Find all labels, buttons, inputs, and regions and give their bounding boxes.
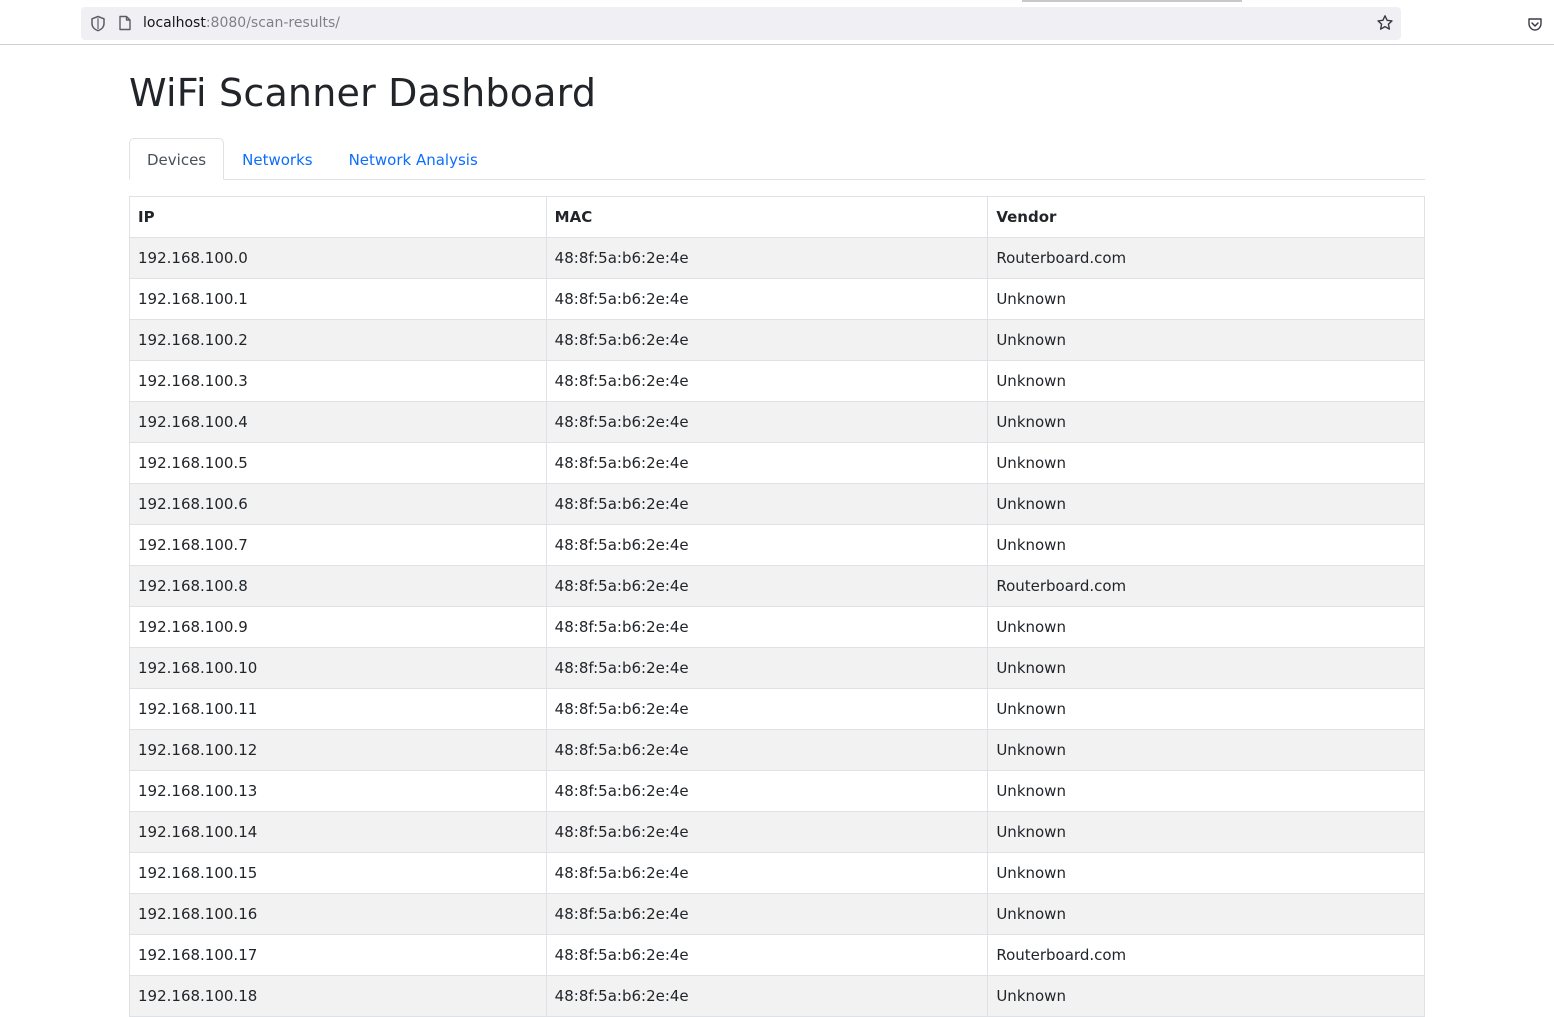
devices-table: IP MAC Vendor 192.168.100.0 48:8f:5a:b6:2…	[129, 196, 1425, 1017]
table-row: 192.168.100.14 48:8f:5a:b6:2e:4e Unknown	[129, 811, 1425, 853]
cell-mac: 48:8f:5a:b6:2e:4e	[545, 975, 989, 1017]
cell-mac: 48:8f:5a:b6:2e:4e	[545, 688, 989, 730]
table-row: 192.168.100.18 48:8f:5a:b6:2e:4e Unknown	[129, 975, 1425, 1017]
cell-mac: 48:8f:5a:b6:2e:4e	[545, 647, 989, 689]
cell-ip: 192.168.100.2	[129, 319, 547, 361]
cell-ip: 192.168.100.1	[129, 278, 547, 320]
cell-mac: 48:8f:5a:b6:2e:4e	[545, 483, 989, 525]
table-row: 192.168.100.17 48:8f:5a:b6:2e:4e Routerboa…	[129, 934, 1425, 976]
table-row: 192.168.100.4 48:8f:5a:b6:2e:4e Unknown	[129, 401, 1425, 443]
cell-vendor: Unknown	[987, 360, 1425, 402]
table-row: 192.168.100.11 48:8f:5a:b6:2e:4e Unknown	[129, 688, 1425, 730]
cell-vendor: Unknown	[987, 442, 1425, 484]
cell-vendor: Routerboard.com	[987, 934, 1425, 976]
cell-mac: 48:8f:5a:b6:2e:4e	[545, 893, 989, 935]
table-row: 192.168.100.5 48:8f:5a:b6:2e:4e Unknown	[129, 442, 1425, 484]
cell-vendor: Unknown	[987, 975, 1425, 1017]
cell-ip: 192.168.100.6	[129, 483, 547, 525]
url-host: localhost	[143, 15, 206, 31]
tab-devices[interactable]: Devices	[129, 138, 225, 180]
pocket-icon[interactable]	[1527, 16, 1543, 32]
browser-toolbar: localhost:8080/scan-results/	[0, 0, 1554, 45]
cell-ip: 192.168.100.15	[129, 852, 547, 894]
shield-icon[interactable]	[90, 15, 106, 32]
cell-vendor: Unknown	[987, 401, 1425, 443]
cell-vendor: Unknown	[987, 647, 1425, 689]
cell-vendor: Unknown	[987, 852, 1425, 894]
column-header-ip: IP	[129, 196, 547, 238]
cell-mac: 48:8f:5a:b6:2e:4e	[545, 729, 989, 771]
cell-vendor: Unknown	[987, 811, 1425, 853]
table-row: 192.168.100.3 48:8f:5a:b6:2e:4e Unknown	[129, 360, 1425, 402]
table-row: 192.168.100.1 48:8f:5a:b6:2e:4e Unknown	[129, 278, 1425, 320]
table-body: 192.168.100.0 48:8f:5a:b6:2e:4e Routerboar…	[129, 237, 1425, 1017]
column-header-vendor: Vendor	[987, 196, 1425, 238]
table-row: 192.168.100.15 48:8f:5a:b6:2e:4e Unknown	[129, 852, 1425, 894]
cell-mac: 48:8f:5a:b6:2e:4e	[545, 852, 989, 894]
cell-vendor: Unknown	[987, 770, 1425, 812]
cell-vendor: Unknown	[987, 893, 1425, 935]
page-content: WiFi Scanner Dashboard Devices Networks …	[129, 46, 1425, 1017]
cell-mac: 48:8f:5a:b6:2e:4e	[545, 934, 989, 976]
tab-networks[interactable]: Networks	[224, 138, 330, 180]
cell-mac: 48:8f:5a:b6:2e:4e	[545, 565, 989, 607]
tab-network-analysis[interactable]: Network Analysis	[331, 138, 496, 180]
cell-ip: 192.168.100.3	[129, 360, 547, 402]
cell-vendor: Routerboard.com	[987, 565, 1425, 607]
devices-table-container: IP MAC Vendor 192.168.100.0 48:8f:5a:b6:2…	[129, 196, 1425, 1017]
cell-ip: 192.168.100.14	[129, 811, 547, 853]
cell-ip: 192.168.100.9	[129, 606, 547, 648]
cell-mac: 48:8f:5a:b6:2e:4e	[545, 524, 989, 566]
cell-mac: 48:8f:5a:b6:2e:4e	[545, 278, 989, 320]
cell-mac: 48:8f:5a:b6:2e:4e	[545, 360, 989, 402]
cell-vendor: Unknown	[987, 729, 1425, 771]
cell-ip: 192.168.100.8	[129, 565, 547, 607]
table-row: 192.168.100.7 48:8f:5a:b6:2e:4e Unknown	[129, 524, 1425, 566]
cell-ip: 192.168.100.4	[129, 401, 547, 443]
cell-vendor: Unknown	[987, 278, 1425, 320]
table-row: 192.168.100.10 48:8f:5a:b6:2e:4e Unknown	[129, 647, 1425, 689]
cell-ip: 192.168.100.17	[129, 934, 547, 976]
cell-mac: 48:8f:5a:b6:2e:4e	[545, 442, 989, 484]
table-row: 192.168.100.2 48:8f:5a:b6:2e:4e Unknown	[129, 319, 1425, 361]
cell-mac: 48:8f:5a:b6:2e:4e	[545, 811, 989, 853]
url-path: :8080/scan-results/	[205, 15, 341, 31]
cell-vendor: Unknown	[987, 524, 1425, 566]
page-title: WiFi Scanner Dashboard	[129, 71, 597, 115]
cell-ip: 192.168.100.16	[129, 893, 547, 935]
cell-mac: 48:8f:5a:b6:2e:4e	[545, 770, 989, 812]
cell-ip: 192.168.100.5	[129, 442, 547, 484]
cell-vendor: Unknown	[987, 483, 1425, 525]
table-row: 192.168.100.9 48:8f:5a:b6:2e:4e Unknown	[129, 606, 1425, 648]
table-row: 192.168.100.12 48:8f:5a:b6:2e:4e Unknown	[129, 729, 1425, 771]
cell-vendor: Unknown	[987, 688, 1425, 730]
cell-ip: 192.168.100.13	[129, 770, 547, 812]
cell-mac: 48:8f:5a:b6:2e:4e	[545, 319, 989, 361]
cell-ip: 192.168.100.7	[129, 524, 547, 566]
tab-strip-edge	[1022, 0, 1242, 2]
url-text[interactable]: localhost:8080/scan-results/	[143, 14, 340, 33]
cell-mac: 48:8f:5a:b6:2e:4e	[545, 401, 989, 443]
address-bar[interactable]: localhost:8080/scan-results/	[81, 7, 1401, 40]
table-row: 192.168.100.8 48:8f:5a:b6:2e:4e Routerboar…	[129, 565, 1425, 607]
page-icon	[119, 15, 131, 31]
cell-vendor: Unknown	[987, 319, 1425, 361]
cell-ip: 192.168.100.11	[129, 688, 547, 730]
cell-ip: 192.168.100.10	[129, 647, 547, 689]
cell-vendor: Routerboard.com	[987, 237, 1425, 279]
tab-bar: Devices Networks Network Analysis	[129, 138, 1425, 180]
cell-mac: 48:8f:5a:b6:2e:4e	[545, 237, 989, 279]
table-row: 192.168.100.0 48:8f:5a:b6:2e:4e Routerboar…	[129, 237, 1425, 279]
bookmark-star-icon[interactable]	[1376, 14, 1394, 32]
cell-ip: 192.168.100.18	[129, 975, 547, 1017]
cell-ip: 192.168.100.0	[129, 237, 547, 279]
table-row: 192.168.100.13 48:8f:5a:b6:2e:4e Unknown	[129, 770, 1425, 812]
cell-vendor: Unknown	[987, 606, 1425, 648]
column-header-mac: MAC	[545, 196, 989, 238]
table-row: 192.168.100.6 48:8f:5a:b6:2e:4e Unknown	[129, 483, 1425, 525]
table-header-row: IP MAC Vendor	[129, 196, 1425, 238]
table-row: 192.168.100.16 48:8f:5a:b6:2e:4e Unknown	[129, 893, 1425, 935]
cell-ip: 192.168.100.12	[129, 729, 547, 771]
cell-mac: 48:8f:5a:b6:2e:4e	[545, 606, 989, 648]
